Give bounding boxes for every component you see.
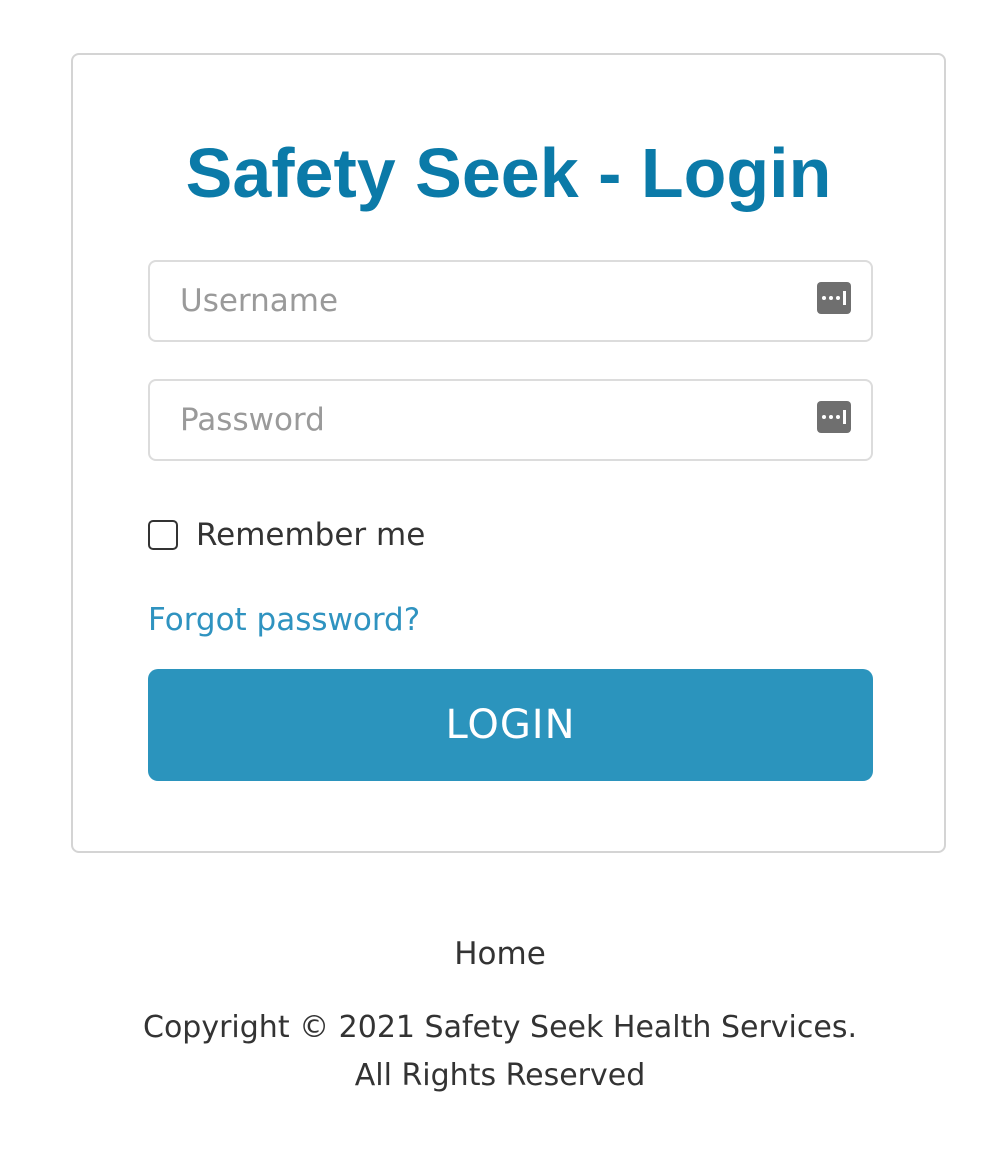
copyright-line-1: Copyright © 2021 Safety Seek Health Serv…	[143, 1010, 857, 1045]
login-page: Safety Seek - Login Remember me Forgot p…	[0, 0, 1000, 1160]
password-field[interactable]	[148, 379, 873, 461]
copyright-notice: Copyright © 2021 Safety Seek Health Serv…	[0, 1004, 1000, 1100]
page-title: Safety Seek - Login	[185, 134, 832, 212]
remember-me-row: Remember me	[148, 515, 425, 555]
username-input[interactable]	[150, 262, 871, 340]
password-input[interactable]	[150, 381, 871, 459]
remember-me-checkbox[interactable]	[148, 520, 178, 550]
remember-me-label[interactable]: Remember me	[196, 517, 425, 553]
login-button[interactable]: LOGIN	[148, 669, 873, 781]
login-card: Safety Seek - Login Remember me Forgot p…	[71, 53, 946, 853]
home-link[interactable]: Home	[0, 932, 1000, 976]
forgot-password-link[interactable]: Forgot password?	[148, 598, 420, 642]
copyright-line-2: All Rights Reserved	[354, 1058, 646, 1093]
username-field[interactable]	[148, 260, 873, 342]
